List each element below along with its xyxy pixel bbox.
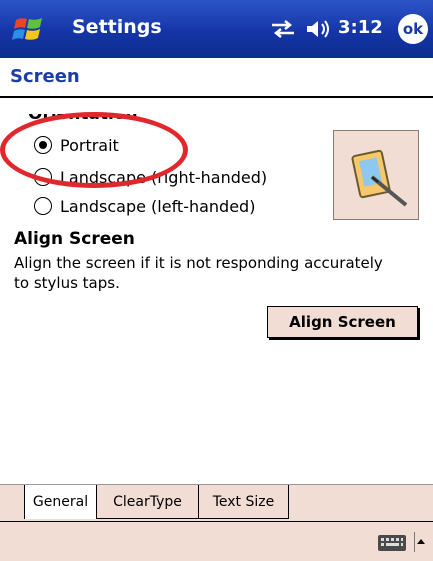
radio-button-checked[interactable]	[34, 136, 52, 154]
clock[interactable]: 3:12	[338, 17, 383, 38]
connectivity-arrows-icon[interactable]	[270, 19, 296, 39]
align-screen-button[interactable]: Align Screen	[267, 306, 418, 338]
up-arrow-icon[interactable]	[414, 532, 427, 552]
windows-flag-icon[interactable]	[12, 12, 46, 46]
tab-general[interactable]: General	[24, 485, 97, 519]
radio-portrait[interactable]: Portrait	[34, 132, 119, 158]
orientation-heading: Orientation	[28, 104, 138, 124]
divider	[0, 96, 433, 98]
command-bar	[0, 521, 433, 561]
speaker-icon[interactable]	[305, 18, 331, 40]
pda-stylus-icon	[351, 149, 408, 207]
orientation-preview	[333, 130, 419, 220]
radio-landscape-right[interactable]: Landscape (right-handed)	[34, 164, 267, 190]
radio-landscape-left[interactable]: Landscape (left-handed)	[34, 193, 255, 219]
radio-label: Portrait	[60, 135, 119, 155]
app-title: Settings	[72, 16, 162, 38]
tab-cleartype[interactable]: ClearType	[97, 485, 199, 519]
keyboard-icon[interactable]	[377, 533, 407, 553]
radio-label: Landscape (right-handed)	[60, 167, 268, 187]
align-screen-heading: Align Screen	[14, 229, 135, 249]
ok-button[interactable]: ok	[398, 14, 428, 44]
tab-strip: General ClearType Text Size	[0, 484, 433, 521]
radio-label: Landscape (left-handed)	[60, 196, 256, 216]
page-title: Screen	[10, 66, 80, 87]
align-screen-description: Align the screen if it is not responding…	[14, 254, 383, 292]
radio-button[interactable]	[34, 168, 52, 186]
tab-text-size[interactable]: Text Size	[199, 485, 289, 519]
title-bar: Settings 3:12 ok	[0, 0, 433, 58]
radio-button[interactable]	[34, 197, 52, 215]
